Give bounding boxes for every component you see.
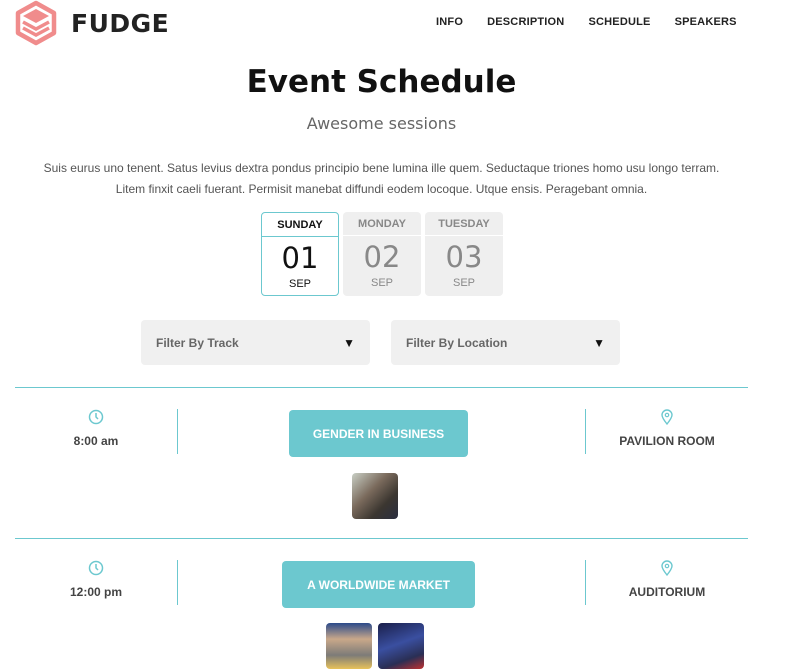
logo[interactable]: FUDGE	[14, 0, 169, 46]
location-pin-icon	[661, 409, 673, 425]
brand-name: FUDGE	[71, 8, 170, 38]
session-row: 8:00 am GENDER IN BUSINESS PAVILION ROOM	[15, 387, 748, 537]
session-time: 8:00 am	[15, 409, 177, 448]
session-row: 12:00 pm A WORLDWIDE MARKET AUDITORIUM	[15, 538, 748, 672]
logo-icon	[15, 0, 57, 46]
day-name: SUNDAY	[262, 213, 338, 237]
session-title-button[interactable]: A WORLDWIDE MARKET	[282, 561, 475, 608]
filter-track-select[interactable]: Filter By Track ▼	[141, 320, 370, 365]
day-number: 03	[445, 240, 483, 274]
session-title-button[interactable]: GENDER IN BUSINESS	[289, 410, 468, 457]
dropdown-arrow-icon: ▼	[593, 335, 605, 350]
divider	[177, 560, 178, 605]
day-tabs: SUNDAY 01 SEP MONDAY 02 SEP TUESDAY 03 S…	[261, 212, 503, 296]
clock-icon	[88, 560, 104, 576]
nav-info[interactable]: INFO	[436, 16, 463, 28]
day-tab-tuesday[interactable]: TUESDAY 03 SEP	[425, 212, 503, 296]
day-number: 01	[281, 241, 319, 275]
speaker-avatar[interactable]	[326, 623, 372, 669]
nav-schedule[interactable]: SCHEDULE	[588, 16, 650, 28]
day-name: TUESDAY	[425, 212, 503, 236]
nav-description[interactable]: DESCRIPTION	[487, 16, 564, 28]
day-number: 02	[363, 240, 401, 274]
main-nav: INFO DESCRIPTION SCHEDULE SPEAKERS	[436, 16, 761, 28]
day-month: SEP	[370, 277, 393, 289]
divider	[177, 409, 178, 454]
location-text: AUDITORIUM	[628, 585, 706, 599]
dropdown-arrow-icon: ▼	[343, 335, 355, 350]
day-tab-sunday[interactable]: SUNDAY 01 SEP	[261, 212, 339, 296]
location-pin-icon	[661, 560, 673, 576]
day-name: MONDAY	[343, 212, 421, 236]
location-text: PAVILION ROOM	[619, 434, 715, 448]
header: FUDGE INFO DESCRIPTION SCHEDULE SPEAKERS	[0, 0, 785, 48]
nav-speakers[interactable]: SPEAKERS	[675, 16, 737, 28]
filter-location-select[interactable]: Filter By Location ▼	[391, 320, 620, 365]
description-line: Suis eurus uno tenent. Satus levius dext…	[43, 161, 720, 175]
description-line: Litem finxit caeli fuerant. Permisit man…	[115, 182, 648, 196]
filter-track-label: Filter By Track	[156, 335, 239, 350]
speaker-avatar[interactable]	[378, 623, 424, 669]
description: Suis eurus uno tenent. Satus levius dext…	[0, 158, 763, 200]
filter-location-label: Filter By Location	[406, 335, 508, 350]
speaker-avatar[interactable]	[352, 473, 398, 519]
page-subtitle: Awesome sessions	[306, 114, 457, 133]
time-text: 8:00 am	[73, 434, 119, 448]
clock-icon	[88, 409, 104, 425]
session-location: PAVILION ROOM	[586, 409, 748, 448]
day-tab-monday[interactable]: MONDAY 02 SEP	[343, 212, 421, 296]
day-month: SEP	[288, 278, 311, 290]
session-time: 12:00 pm	[15, 560, 177, 599]
session-location: AUDITORIUM	[586, 560, 748, 599]
time-text: 12:00 pm	[69, 585, 123, 599]
page-title: Event Schedule	[246, 64, 517, 100]
day-month: SEP	[452, 277, 475, 289]
